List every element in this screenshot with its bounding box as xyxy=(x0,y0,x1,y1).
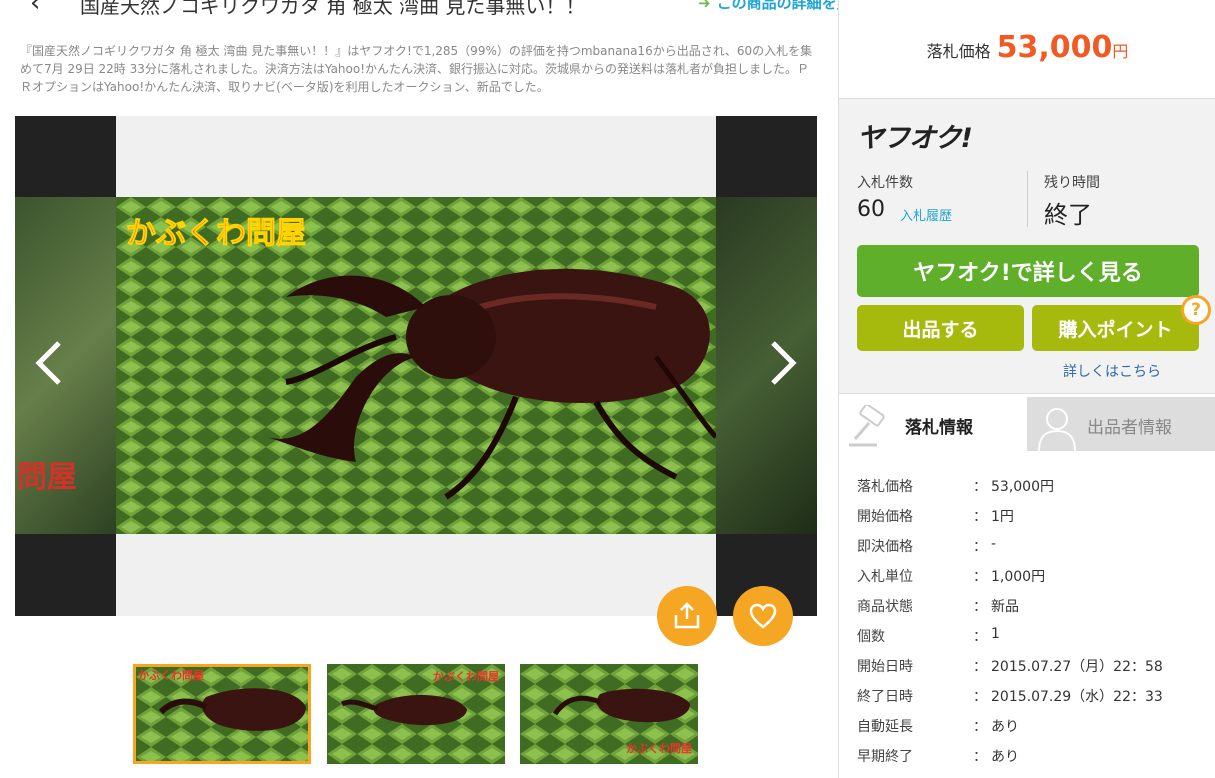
arrow-right-icon: ➜ xyxy=(698,0,711,12)
thumbnail-1[interactable]: かぶくわ問屋 xyxy=(133,664,311,764)
info-key: 個数 xyxy=(857,629,885,645)
info-colon: ： xyxy=(973,479,987,495)
info-value: 53,000円 xyxy=(991,479,1054,495)
info-key: 終了日時 xyxy=(857,689,913,705)
info-value: 2015.07.27（月）22：58 xyxy=(991,659,1163,675)
info-key: 商品状態 xyxy=(857,599,913,615)
main-image-frame: かぶくわ問屋 xyxy=(116,116,716,616)
info-colon: ： xyxy=(973,539,987,555)
gavel-icon xyxy=(849,405,885,447)
info-colon: ： xyxy=(973,629,987,645)
tab-auction-info[interactable]: 落札情報 xyxy=(839,397,1027,451)
thumbnail-3-watermark: かぶくわ問屋 xyxy=(626,742,692,755)
info-value: 1円 xyxy=(991,509,1014,525)
thumbnail-2[interactable]: かぶくわ問屋 xyxy=(327,664,505,764)
info-key: 即決価格 xyxy=(857,539,913,555)
bids-count-value: 60 xyxy=(857,197,885,222)
time-left-label: 残り時間 xyxy=(1044,175,1100,191)
final-price-label: 落札価格 xyxy=(926,42,991,61)
yahoo-auction-logo: ヤフオク! xyxy=(857,123,973,154)
info-colon: ： xyxy=(973,509,987,525)
next-image-button[interactable] xyxy=(763,338,803,388)
auction-panel: ヤフオク! 入札件数 60 入札履歴 残り時間 終了 ヤフオク!で詳しく見る 出… xyxy=(839,98,1215,394)
info-colon: ： xyxy=(973,719,987,735)
info-row-early-end: 早期終了 ：あり xyxy=(857,742,1207,772)
final-price-box: 落札価格 53,000円 xyxy=(839,30,1215,98)
thumbnail-3[interactable]: かぶくわ問屋 xyxy=(520,664,698,764)
sidebar: 落札価格 53,000円 ヤフオク! 入札件数 60 入札履歴 残り時間 終了 ヤ… xyxy=(838,0,1215,778)
more-info-link[interactable]: 詳しくはこちら xyxy=(1063,361,1161,381)
info-colon: ： xyxy=(973,749,987,765)
info-row-buy-now-price: 即決価格 ： - xyxy=(857,532,1207,562)
item-description: 『国産天然ノコギリクワガタ 角 極太 湾曲 見た事無い！！』はヤフオク!で1,2… xyxy=(20,44,813,94)
info-row-quantity: 個数 ： 1 xyxy=(857,622,1207,652)
info-key: 開始日時 xyxy=(857,659,913,675)
info-value: 1 xyxy=(991,626,1000,642)
help-icon[interactable]: ? xyxy=(1181,295,1211,325)
info-value: - xyxy=(991,536,997,552)
purchase-points-button[interactable]: 購入ポイント xyxy=(1032,305,1199,351)
info-value: 1,000円 xyxy=(991,569,1046,585)
info-key: 自動延長 xyxy=(857,719,913,735)
info-tabs: 落札情報 出品者情報 xyxy=(839,397,1215,451)
info-row-condition: 商品状態 ：新品 xyxy=(857,592,1207,622)
bid-history-link[interactable]: 入札履歴 xyxy=(900,205,952,224)
info-row-bid-increment: 入札単位 ： 1,000円 xyxy=(857,562,1207,592)
sell-button[interactable]: 出品する xyxy=(857,305,1024,351)
chevron-left-icon xyxy=(35,341,61,385)
user-icon xyxy=(1038,408,1076,451)
thumbnail-2-watermark: かぶくわ問屋 xyxy=(433,670,499,683)
info-key: 落札価格 xyxy=(857,479,913,495)
bids-count-label: 入札件数 xyxy=(857,175,913,191)
info-row-start-date: 開始日時 ： 2015.07.27（月）22：58 xyxy=(857,652,1207,682)
prev-image-watermark: 問屋 xyxy=(17,460,77,495)
main-image-watermark: かぶくわ問屋 xyxy=(126,216,307,252)
tab-auction-info-label: 落札情報 xyxy=(905,418,973,438)
tab-seller-info[interactable]: 出品者情報 xyxy=(1027,397,1215,451)
info-value: 2015.07.29（水）22：33 xyxy=(991,689,1163,705)
heart-icon xyxy=(749,603,777,629)
time-left-value: 終了 xyxy=(1044,201,1092,229)
info-key: 入札単位 xyxy=(857,569,913,585)
final-price-unit: 円 xyxy=(1112,42,1129,61)
divider xyxy=(1027,171,1028,227)
prev-image-button[interactable] xyxy=(29,338,69,388)
info-key: 開始価格 xyxy=(857,509,913,525)
info-value: あり xyxy=(991,749,1019,765)
info-colon: ： xyxy=(973,689,987,705)
favorite-button[interactable] xyxy=(733,586,793,646)
view-on-yahoo-button[interactable]: ヤフオク!で詳しく見る xyxy=(857,245,1199,297)
info-key: 早期終了 xyxy=(857,749,913,765)
info-row-end-date: 終了日時 ： 2015.07.29（水）22：33 xyxy=(857,682,1207,712)
share-button[interactable] xyxy=(657,586,717,646)
item-detail-link[interactable]: ➜ この商品の詳細を見る xyxy=(698,0,838,13)
info-colon: ： xyxy=(973,569,987,585)
item-detail-link-label: この商品の詳細を見る xyxy=(716,0,838,12)
share-icon xyxy=(674,602,700,629)
chevron-right-icon xyxy=(771,341,797,385)
info-value: 新品 xyxy=(991,599,1019,615)
info-colon: ： xyxy=(973,599,987,615)
back-arrow-icon[interactable]: ‹ xyxy=(30,0,40,16)
page-header: ‹ 国産天然ノコギリクワガタ 角 極太 湾曲 見た事無い！！ ➜ この商品の詳細を… xyxy=(0,0,838,16)
final-price-value: 53,000 xyxy=(996,30,1113,65)
info-colon: ： xyxy=(973,659,987,675)
tab-seller-info-label: 出品者情報 xyxy=(1087,418,1172,438)
image-gallery: 問屋 かぶくわ問屋 xyxy=(15,116,817,616)
info-value: あり xyxy=(991,719,1019,735)
info-row-start-price: 開始価格 ： 1円 xyxy=(857,502,1207,532)
thumbnail-1-watermark: かぶくわ問屋 xyxy=(138,669,204,682)
page-title: 国産天然ノコギリクワガタ 角 極太 湾曲 見た事無い！！ xyxy=(80,0,586,16)
info-row-auto-extend: 自動延長 ：あり xyxy=(857,712,1207,742)
info-row-final-price: 落札価格 ： 53,000円 xyxy=(857,472,1207,502)
